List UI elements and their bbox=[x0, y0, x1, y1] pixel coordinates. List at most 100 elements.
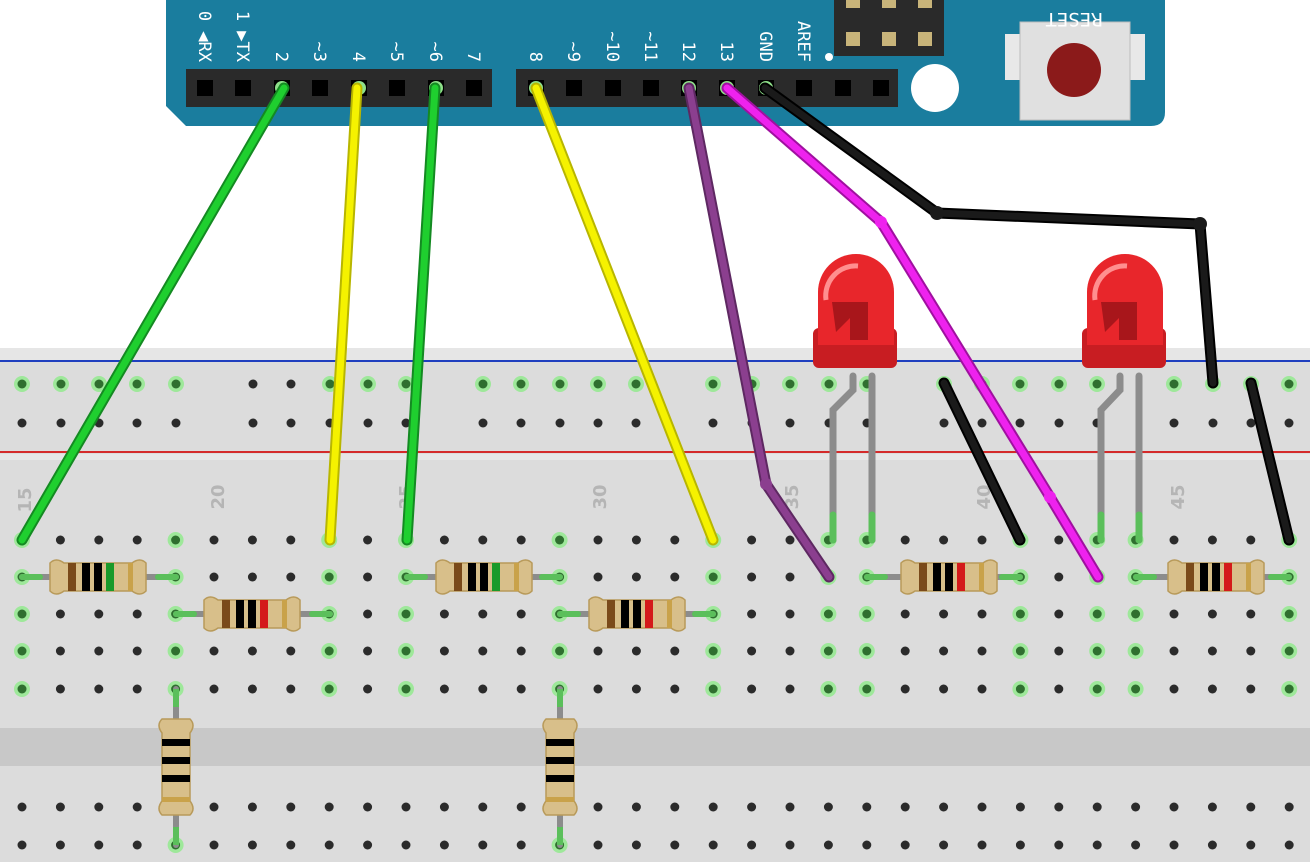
header-socket bbox=[197, 80, 213, 96]
hole bbox=[977, 840, 987, 850]
led-2 bbox=[1082, 254, 1166, 368]
pin-label: ~5 bbox=[386, 42, 406, 62]
hole bbox=[593, 684, 603, 694]
reset-button[interactable] bbox=[1005, 21, 1145, 121]
hole bbox=[363, 609, 373, 619]
hole bbox=[17, 802, 27, 812]
hole bbox=[1054, 646, 1064, 656]
hole bbox=[363, 840, 373, 850]
resistor-band bbox=[607, 600, 615, 628]
hole bbox=[823, 802, 833, 812]
hole bbox=[247, 646, 257, 656]
hole bbox=[593, 535, 603, 545]
hole bbox=[1169, 609, 1179, 619]
hole bbox=[708, 418, 718, 428]
hole bbox=[823, 684, 833, 694]
hole bbox=[132, 840, 142, 850]
hole bbox=[209, 684, 219, 694]
hole bbox=[286, 840, 296, 850]
hole bbox=[593, 802, 603, 812]
hole bbox=[324, 572, 334, 582]
hole bbox=[670, 684, 680, 694]
hole bbox=[478, 840, 488, 850]
hole bbox=[1054, 609, 1064, 619]
hole bbox=[1284, 684, 1294, 694]
hole bbox=[401, 802, 411, 812]
resistor-band bbox=[162, 775, 190, 782]
header-socket bbox=[835, 80, 851, 96]
hole bbox=[94, 379, 104, 389]
mounting-hole bbox=[911, 64, 959, 112]
hole bbox=[1015, 646, 1025, 656]
hole bbox=[785, 684, 795, 694]
hole bbox=[516, 379, 526, 389]
hole bbox=[247, 802, 257, 812]
hole bbox=[939, 609, 949, 619]
resistor-band bbox=[222, 600, 230, 628]
resistor-band bbox=[546, 775, 574, 782]
hole bbox=[1208, 418, 1218, 428]
hole bbox=[670, 535, 680, 545]
hole bbox=[132, 379, 142, 389]
resistor-band bbox=[492, 563, 500, 591]
hole bbox=[171, 418, 181, 428]
resistor-band bbox=[546, 757, 574, 764]
hole bbox=[977, 802, 987, 812]
hole bbox=[1169, 802, 1179, 812]
resistor-band bbox=[1212, 563, 1220, 591]
hole bbox=[823, 840, 833, 850]
hole bbox=[1015, 840, 1025, 850]
hole bbox=[1054, 684, 1064, 694]
hole bbox=[1246, 535, 1256, 545]
hole bbox=[593, 646, 603, 656]
hole bbox=[631, 840, 641, 850]
hole bbox=[1092, 646, 1102, 656]
hole bbox=[747, 802, 757, 812]
hole bbox=[1207, 609, 1217, 619]
hole bbox=[977, 646, 987, 656]
hole bbox=[248, 418, 258, 428]
hole bbox=[862, 802, 872, 812]
hole bbox=[900, 646, 910, 656]
hole bbox=[55, 609, 65, 619]
hole bbox=[56, 379, 66, 389]
hole bbox=[670, 840, 680, 850]
hole bbox=[1169, 684, 1179, 694]
hole bbox=[248, 379, 258, 389]
hole bbox=[286, 535, 296, 545]
pin-label: 8 bbox=[525, 52, 545, 62]
resistor-band bbox=[82, 563, 90, 591]
hole bbox=[17, 840, 27, 850]
hole bbox=[363, 379, 373, 389]
pin-label: 13 bbox=[716, 42, 736, 62]
hole bbox=[862, 609, 872, 619]
resistor-band bbox=[480, 563, 488, 591]
hole bbox=[1054, 418, 1064, 428]
hole bbox=[209, 535, 219, 545]
hole bbox=[1131, 802, 1141, 812]
rail-divider bbox=[0, 454, 1310, 460]
hole bbox=[747, 684, 757, 694]
hole bbox=[132, 418, 142, 428]
hole bbox=[401, 684, 411, 694]
hole bbox=[1169, 535, 1179, 545]
hole bbox=[708, 684, 718, 694]
hole bbox=[1169, 840, 1179, 850]
resistor-band bbox=[645, 600, 653, 628]
hole bbox=[247, 535, 257, 545]
resistor-band bbox=[1200, 563, 1208, 591]
hole bbox=[439, 840, 449, 850]
resistor-band bbox=[454, 563, 462, 591]
pin-label: 1 ▶TX bbox=[232, 11, 252, 63]
hole bbox=[785, 802, 795, 812]
hole bbox=[1284, 802, 1294, 812]
resistor-band bbox=[106, 563, 114, 591]
reset-cap[interactable] bbox=[1047, 43, 1101, 97]
hole bbox=[1015, 418, 1025, 428]
hole bbox=[555, 535, 565, 545]
pin-label: 7 bbox=[463, 52, 483, 62]
hole bbox=[555, 379, 565, 389]
hole bbox=[286, 802, 296, 812]
hole bbox=[1246, 646, 1256, 656]
hole bbox=[1131, 646, 1141, 656]
